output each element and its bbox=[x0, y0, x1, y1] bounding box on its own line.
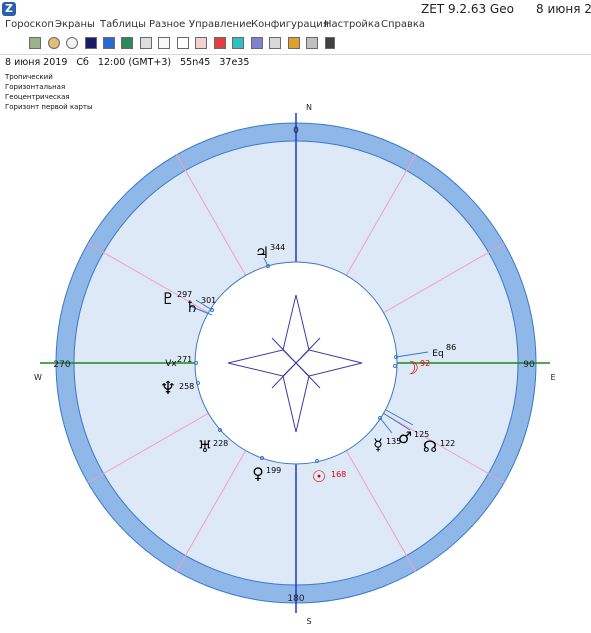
svg-text:♇: ♇ bbox=[161, 289, 175, 308]
svg-text:301: 301 bbox=[201, 296, 216, 305]
svg-text:122: 122 bbox=[440, 439, 455, 448]
direction-east: E bbox=[550, 373, 555, 382]
svg-text:♆: ♆ bbox=[160, 378, 176, 399]
svg-text:☊: ☊ bbox=[423, 437, 437, 456]
direction-west: W bbox=[34, 373, 42, 382]
svg-text:☉: ☉ bbox=[312, 467, 326, 486]
direction-south: S bbox=[306, 617, 311, 626]
ring-label-right: 90 bbox=[523, 360, 535, 370]
svg-text:♀: ♀ bbox=[252, 464, 264, 483]
svg-text:Eq: Eq bbox=[432, 349, 443, 359]
horoscope-wheel[interactable]: 0 90 180 270 N S E W ♃ 344 ♇ 297 ♄ 301 V… bbox=[0, 0, 591, 633]
svg-text:♅: ♅ bbox=[198, 437, 212, 456]
svg-text:♄: ♄ bbox=[185, 297, 199, 316]
svg-text:♂: ♂ bbox=[398, 428, 412, 447]
direction-north: N bbox=[306, 103, 312, 112]
svg-text:271: 271 bbox=[177, 355, 192, 364]
ring-label-bottom: 180 bbox=[287, 594, 304, 604]
svg-text:☿: ☿ bbox=[373, 435, 383, 454]
svg-text:168: 168 bbox=[331, 470, 346, 479]
svg-text:86: 86 bbox=[446, 343, 456, 352]
svg-text:199: 199 bbox=[266, 466, 281, 475]
ring-label-left: 270 bbox=[53, 360, 70, 370]
svg-text:92: 92 bbox=[420, 359, 430, 368]
svg-text:228: 228 bbox=[213, 439, 228, 448]
svg-text:258: 258 bbox=[179, 382, 194, 391]
svg-text:344: 344 bbox=[270, 243, 285, 252]
svg-text:Vx: Vx bbox=[165, 359, 177, 369]
ring-label-top: 0 bbox=[293, 126, 299, 136]
svg-text:☽: ☽ bbox=[403, 358, 419, 379]
svg-text:♃: ♃ bbox=[255, 243, 269, 262]
